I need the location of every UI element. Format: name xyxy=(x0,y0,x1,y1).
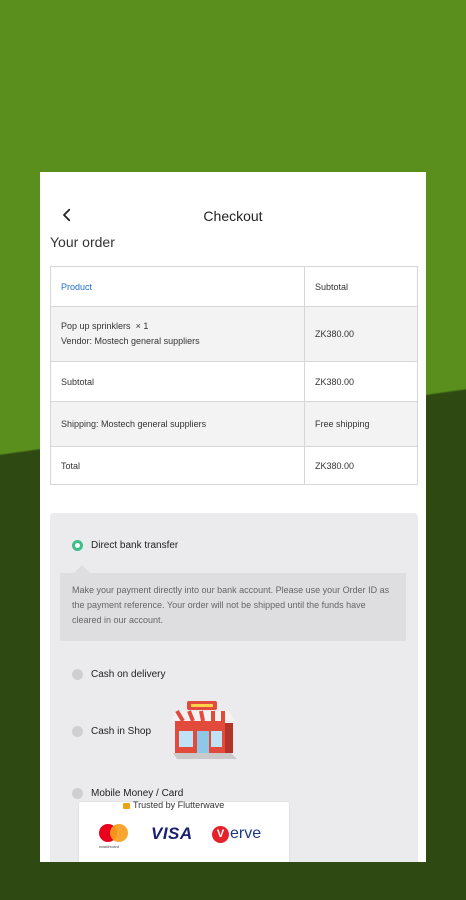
mastercard-logo: mastercard xyxy=(99,822,133,852)
bank-transfer-description: Make your payment directly into our bank… xyxy=(60,565,406,641)
mastercard-circle-yellow xyxy=(110,824,128,842)
table-header-row: Product Subtotal xyxy=(50,266,418,307)
table-row: Pop up sprinklers × 1 Vendor: Mostech ge… xyxy=(50,306,418,362)
table-row: Subtotal ZK380.00 xyxy=(50,361,418,402)
subtotal-value: ZK380.00 xyxy=(304,361,418,402)
payment-methods: Direct bank transfer Make your payment d… xyxy=(50,513,418,862)
page-title: Checkout xyxy=(203,208,263,224)
radio-button-selected[interactable] xyxy=(72,539,83,551)
trusted-label: Trusted by Flutterwave xyxy=(123,800,224,810)
store-icon xyxy=(171,701,237,759)
payment-option-cash-in-shop[interactable]: Cash in Shop xyxy=(72,723,151,739)
table-row: Shipping: Mostech general suppliers Free… xyxy=(50,401,418,447)
product-vendor: Vendor: Mostech general suppliers xyxy=(61,336,200,346)
mastercard-text: mastercard xyxy=(99,844,120,849)
checkout-screen: Checkout Your order Product Subtotal Pop… xyxy=(40,172,426,862)
product-name: Pop up sprinklers xyxy=(61,321,131,331)
product-cell: Pop up sprinklers × 1 Vendor: Mostech ge… xyxy=(50,306,305,362)
payment-option-label: Mobile Money / Card xyxy=(91,787,184,799)
radio-button[interactable] xyxy=(72,787,83,799)
shipping-label: Shipping: Mostech general suppliers xyxy=(50,401,305,447)
trusted-text: Trusted by Flutterwave xyxy=(133,800,225,810)
order-table: Product Subtotal Pop up sprinklers × 1 V… xyxy=(50,266,418,485)
payment-option-cash-on-delivery[interactable]: Cash on delivery xyxy=(72,666,165,682)
verve-text: erve xyxy=(230,825,262,842)
verve-logo: V erve xyxy=(212,825,261,843)
verve-v: V xyxy=(212,825,229,843)
payment-option-mobile-money[interactable]: Mobile Money / Card xyxy=(72,785,183,801)
table-row: Total ZK380.00 xyxy=(50,446,418,485)
lock-icon xyxy=(123,803,130,809)
flutterwave-badge: Trusted by Flutterwave mastercard VISA V… xyxy=(78,800,290,862)
section-title: Your order xyxy=(50,234,115,250)
product-price: ZK380.00 xyxy=(304,306,418,362)
payment-option-label: Cash in Shop xyxy=(91,725,152,737)
total-label: Total xyxy=(50,446,305,485)
payment-option-label: Cash on delivery xyxy=(91,668,166,680)
payment-option-direct-bank-transfer[interactable]: Direct bank transfer xyxy=(72,537,178,553)
total-value: ZK380.00 xyxy=(304,446,418,485)
subtotal-label: Subtotal xyxy=(50,361,305,402)
product-qty: × 1 xyxy=(135,321,149,331)
payment-option-label: Direct bank transfer xyxy=(91,539,179,551)
app-header: Checkout xyxy=(40,202,426,232)
radio-button[interactable] xyxy=(72,725,83,737)
column-header-product: Product xyxy=(50,266,305,307)
shipping-value: Free shipping xyxy=(304,401,418,447)
radio-button[interactable] xyxy=(72,668,83,680)
visa-logo: VISA xyxy=(151,824,193,843)
column-header-subtotal: Subtotal xyxy=(304,266,418,307)
